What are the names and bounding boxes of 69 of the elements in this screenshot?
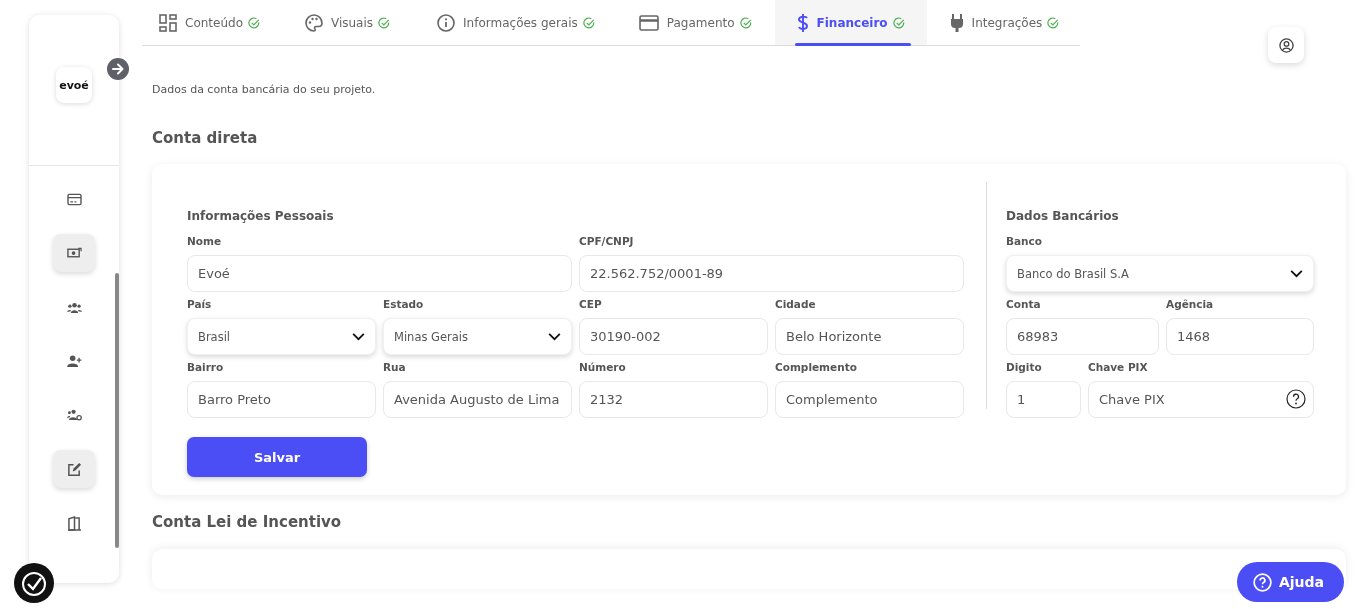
input-field[interactable]: Chave PIX [1088,381,1314,418]
tab[interactable]: Conteúdo [142,0,277,45]
group-title: Dados Bancários [1006,209,1120,223]
input-field[interactable]: 68983 [1006,318,1159,355]
card-icon [638,14,659,31]
chevron-down-icon [352,332,365,341]
help-icon[interactable] [1286,389,1306,409]
input-field[interactable]: Belo Horizonte [775,318,964,355]
field-label: Nome [187,235,223,248]
field-label: Rua [383,361,407,374]
tab[interactable]: Integrações [932,0,1077,45]
checkmark-badge-icon[interactable] [14,563,54,603]
input-field[interactable]: 22.562.752/0001-89 [579,255,964,292]
tab[interactable]: Informações gerais [420,0,612,45]
user-button[interactable] [1268,27,1304,63]
field-label: Estado [383,298,425,311]
input-field[interactable]: 1 [1006,381,1081,418]
arrow-right-icon[interactable] [107,58,129,80]
field-label: Digito [1006,361,1043,374]
group-gear-icon [66,409,82,421]
dollar-icon [796,12,809,33]
input-field[interactable]: Evoé [187,255,572,292]
field-label: Agência [1166,298,1215,311]
group-title: Informações Pessoais [187,209,335,223]
user-plus-icon [66,355,82,367]
field-label: País [187,298,213,311]
sidebar-item[interactable] [53,450,95,488]
help-icon [1252,572,1272,592]
input-field[interactable]: Complemento [775,381,964,418]
section-title: Conta Lei de Incentivo [152,513,343,531]
tab[interactable]: Pagamento [621,0,769,45]
scrollbar[interactable] [115,273,119,548]
tab[interactable]: Financeiro [774,0,927,45]
description-text: Dados da conta bancária do seu projeto. [152,83,377,96]
chevron-down-icon [1290,269,1303,278]
input-field[interactable]: Barro Preto [187,381,376,418]
door-icon [67,515,81,531]
money-icon [66,247,82,259]
tab[interactable]: Visuais [288,0,408,45]
field-label: CEP [579,298,603,311]
field-label: Complemento [775,361,858,374]
section-title: Conta direta [152,129,259,147]
field-label: CPF/CNPJ [579,235,635,248]
save-button[interactable]: Salvar [187,437,367,477]
grid-icon [159,13,177,32]
chevron-down-icon [548,332,561,341]
palette-icon [305,13,323,32]
user-icon [1278,37,1294,53]
input-field[interactable]: Avenida Augusto de Lima [383,381,572,418]
info-icon [437,13,456,32]
plug-icon [949,12,964,33]
select-field[interactable]: Brasil [187,318,376,355]
field-label: Chave PIX [1088,361,1149,374]
field-label: Conta [1006,298,1042,311]
logo[interactable]: evoé [56,67,92,103]
card-icon [66,192,82,206]
input-field[interactable]: 1468 [1166,318,1314,355]
field-label: Bairro [187,361,225,374]
select-field[interactable]: Banco do Brasil S.A [1006,255,1314,292]
field-label: Número [579,361,627,374]
edit-icon [66,461,82,477]
sidebar-item[interactable] [53,234,95,272]
input-field[interactable]: 2132 [579,381,768,418]
help-button[interactable]: Ajuda [1236,562,1344,602]
select-field[interactable]: Minas Gerais [383,318,572,355]
input-field[interactable]: 30190-002 [579,318,768,355]
field-label: Cidade [775,298,817,311]
field-label: Banco [1006,235,1043,248]
group-icon [66,301,82,313]
